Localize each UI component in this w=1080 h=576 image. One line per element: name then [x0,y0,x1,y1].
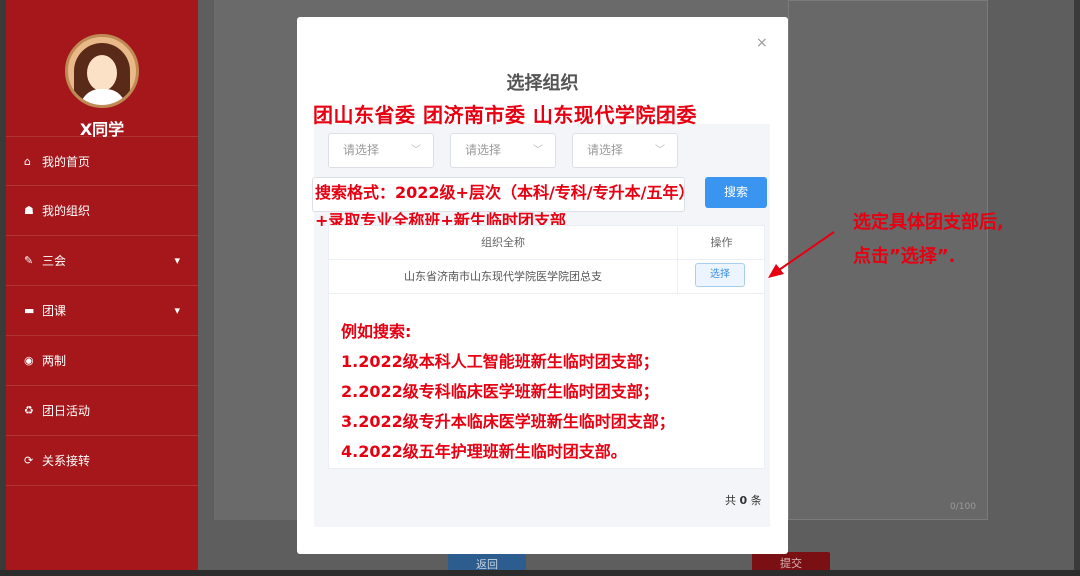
total-count: 0 [739,494,748,507]
sidebar-item-two-systems[interactable]: ◉ 两制 [6,336,198,386]
sidebar-item-label: 关系接转 [42,454,91,468]
home-icon: ⌂ [24,154,31,168]
sidebar-menu: ⌂ 我的首页 ☗ 我的组织 ✎ 三会 ▾ ▬ 团课 ▾ ◉ 两制 ♻ 团日活动 … [6,136,198,486]
sidebar-item-three-meetings[interactable]: ✎ 三会 ▾ [6,236,198,286]
total-prefix: 共 [725,494,736,507]
pagination-total: 共 0 条 [725,492,762,508]
search-button[interactable]: 搜索 [705,177,767,208]
example-line: 4.2022级五年护理班新生临时团支部。 [341,442,627,461]
city-select[interactable]: 请选择 ﹀ [450,133,556,168]
annotation-arrow [768,231,835,278]
sidebar-item-my-org[interactable]: ☗ 我的组织 [6,186,198,236]
sidebar-item-transfer[interactable]: ⟳ 关系接转 [6,436,198,486]
org-level-heading: 团山东省委 团济南市委 山东现代学院团委 [313,103,697,127]
sidebar-item-label: 三会 [42,254,67,268]
bottom-strip [0,570,1080,576]
example-line: 1.2022级本科人工智能班新生临时团支部； [341,352,659,371]
school-select[interactable]: 请选择 ﹀ [572,133,678,168]
chevron-down-icon: ﹀ [411,145,421,156]
select-org-button[interactable]: 选择 [695,263,745,287]
sidebar-item-label: 团课 [42,304,67,318]
chevron-down-icon: ▾ [174,254,180,267]
recycle-icon: ♻ [24,404,34,417]
sidebar: X同学 ⌂ 我的首页 ☗ 我的组织 ✎ 三会 ▾ ▬ 团课 ▾ ◉ 两制 ♻ 团… [6,0,198,570]
sidebar-item-label: 团日活动 [42,404,91,418]
select-placeholder: 请选择 [587,143,624,157]
example-line: 例如搜索: [341,322,412,341]
dialog-title: 选择组织 [506,73,579,94]
sidebar-item-league-day[interactable]: ♻ 团日活动 [6,386,198,436]
chevron-down-icon: ﹀ [533,145,543,156]
target-icon: ◉ [24,354,34,367]
province-select[interactable]: 请选择 ﹀ [328,133,434,168]
sidebar-item-league-class[interactable]: ▬ 团课 ▾ [6,286,198,336]
example-line: 2.2022级专科临床医学班新生临时团支部； [341,382,659,401]
column-header-org-name: 组织全称 [329,226,677,260]
submit-button[interactable]: 提交 [752,552,830,572]
chevron-down-icon: ﹀ [655,145,665,156]
chevron-down-icon: ▾ [174,304,180,317]
group-icon: ☗ [24,204,34,217]
close-icon[interactable]: × [756,35,768,51]
edit-icon: ✎ [24,254,34,267]
annotation-note: 选定具体团支部后, 点击”选择”. [853,206,1004,274]
select-placeholder: 请选择 [465,143,502,157]
folder-icon: ▬ [24,304,35,317]
sidebar-item-home[interactable]: ⌂ 我的首页 [6,136,198,186]
sidebar-item-label: 我的组织 [42,204,91,218]
refresh-icon: ⟳ [24,454,34,467]
sidebar-item-label: 两制 [42,354,67,368]
search-examples: 例如搜索: 1.2022级本科人工智能班新生临时团支部； 2.2022级专科临床… [341,317,675,467]
annotation-line2: 点击”选择”. [853,246,956,267]
select-placeholder: 请选择 [343,143,380,157]
example-line: 3.2022级专升本临床医学班新生临时团支部； [341,412,675,431]
select-org-dialog: 选择组织 × 团山东省委 团济南市委 山东现代学院团委 请选择 ﹀ 请选择 ﹀ … [297,17,788,554]
table-row-org-name: 山东省济南市山东现代学院医学院团总支 [329,260,677,294]
total-suffix: 条 [750,494,762,507]
char-count: 0/100 [950,502,976,512]
column-header-action: 操作 [677,226,765,260]
sidebar-item-label: 我的首页 [42,154,91,169]
avatar[interactable] [65,34,139,108]
annotation-line1: 选定具体团支部后, [853,212,1004,233]
search-format-line1: 搜索格式：2022级+层次（本科/专科/专升本/五年） [315,183,695,202]
